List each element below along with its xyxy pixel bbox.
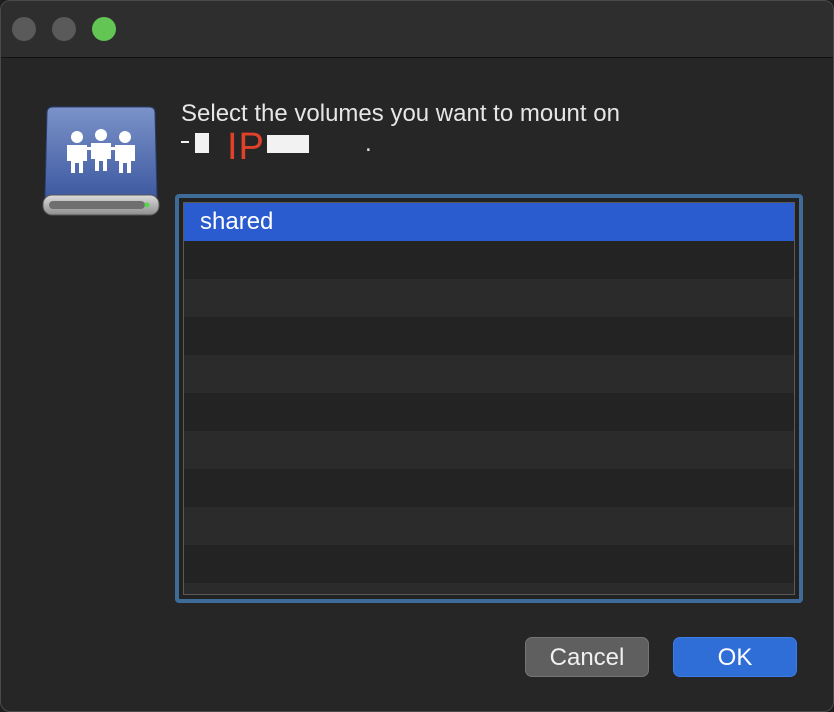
zoom-window-button[interactable] xyxy=(92,17,116,41)
volume-list[interactable]: shared xyxy=(183,202,795,595)
title-bar xyxy=(1,1,833,58)
volume-row[interactable]: shared xyxy=(184,203,794,241)
volume-row-empty xyxy=(184,355,794,393)
volume-row-empty xyxy=(184,317,794,355)
volume-list-focus-ring: shared xyxy=(175,194,803,603)
ok-button[interactable]: OK xyxy=(673,637,797,677)
ip-annotation: IP xyxy=(227,126,265,168)
shared-server-drive-icon xyxy=(42,106,160,216)
redacted-host-block xyxy=(195,133,209,153)
host-suffix: . xyxy=(365,130,372,157)
minimize-window-button[interactable] xyxy=(52,17,76,41)
volume-row-empty xyxy=(184,431,794,469)
volume-row-empty xyxy=(184,545,794,583)
volume-row-empty xyxy=(184,583,794,594)
server-host-line: IP . xyxy=(181,127,441,167)
mount-prompt-text: Select the volumes you want to mount on xyxy=(181,100,620,127)
volume-row-empty xyxy=(184,469,794,507)
redacted-host-block xyxy=(181,141,189,143)
volume-row-empty xyxy=(184,279,794,317)
redacted-host-block xyxy=(267,135,309,153)
volume-row-empty xyxy=(184,507,794,545)
close-window-button[interactable] xyxy=(12,17,36,41)
mount-volumes-dialog: Select the volumes you want to mount on … xyxy=(0,0,834,712)
volume-row-empty xyxy=(184,393,794,431)
cancel-button[interactable]: Cancel xyxy=(525,637,649,677)
volume-row-empty xyxy=(184,241,794,279)
